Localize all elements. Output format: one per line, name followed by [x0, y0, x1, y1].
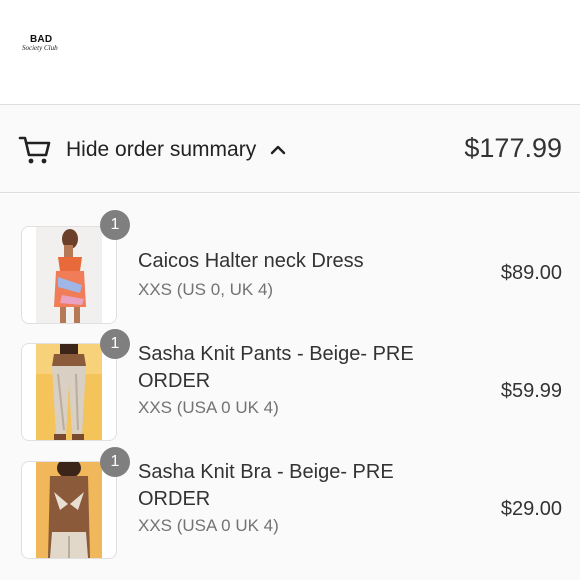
product-price: $59.99 — [500, 380, 562, 402]
product-thumbnail — [21, 343, 117, 441]
product-variant: XXS (USA 0 UK 4) — [138, 398, 279, 417]
list-item: 1 Sasha Knit Pants - Beige- PRE ORDER XX… — [0, 329, 580, 446]
order-total: $177.99 — [464, 133, 562, 163]
product-name: Caicos Halter neck Dress — [138, 250, 364, 272]
order-summary-toggle[interactable]: Hide order summary $177.99 — [0, 105, 580, 193]
quantity-badge: 1 — [100, 210, 130, 240]
product-photo — [36, 462, 102, 558]
cart-icon — [18, 132, 52, 166]
product-price: $89.00 — [500, 262, 562, 284]
product-name: Sasha Knit Pants - Beige- PRE ORDER — [138, 343, 414, 392]
product-variant: XXS (US 0, UK 4) — [138, 280, 274, 299]
line-items-list: 1 Caicos Halter neck Dress XXS (US 0, UK… — [0, 194, 580, 580]
product-photo — [36, 227, 102, 323]
product-price: $29.00 — [500, 498, 562, 520]
product-thumbnail — [21, 461, 117, 559]
toggle-label[interactable]: Hide order summary — [66, 138, 256, 162]
quantity-badge: 1 — [100, 329, 130, 359]
store-logo[interactable]: BAD Society Club — [22, 34, 68, 56]
checkout-header: BAD Society Club — [0, 0, 580, 105]
list-item: 1 Sasha Knit Bra - Beige- PRE ORDER XXS … — [0, 447, 580, 564]
chevron-up-icon — [269, 143, 287, 157]
quantity-badge: 1 — [100, 447, 130, 477]
product-variant: XXS (USA 0 UK 4) — [138, 516, 279, 535]
product-name: Sasha Knit Bra - Beige- PRE ORDER — [138, 461, 394, 510]
product-thumbnail — [21, 226, 117, 324]
logo-script: Society Club — [22, 44, 58, 52]
product-photo — [36, 344, 102, 440]
list-item: 1 Caicos Halter neck Dress XXS (US 0, UK… — [0, 210, 580, 328]
